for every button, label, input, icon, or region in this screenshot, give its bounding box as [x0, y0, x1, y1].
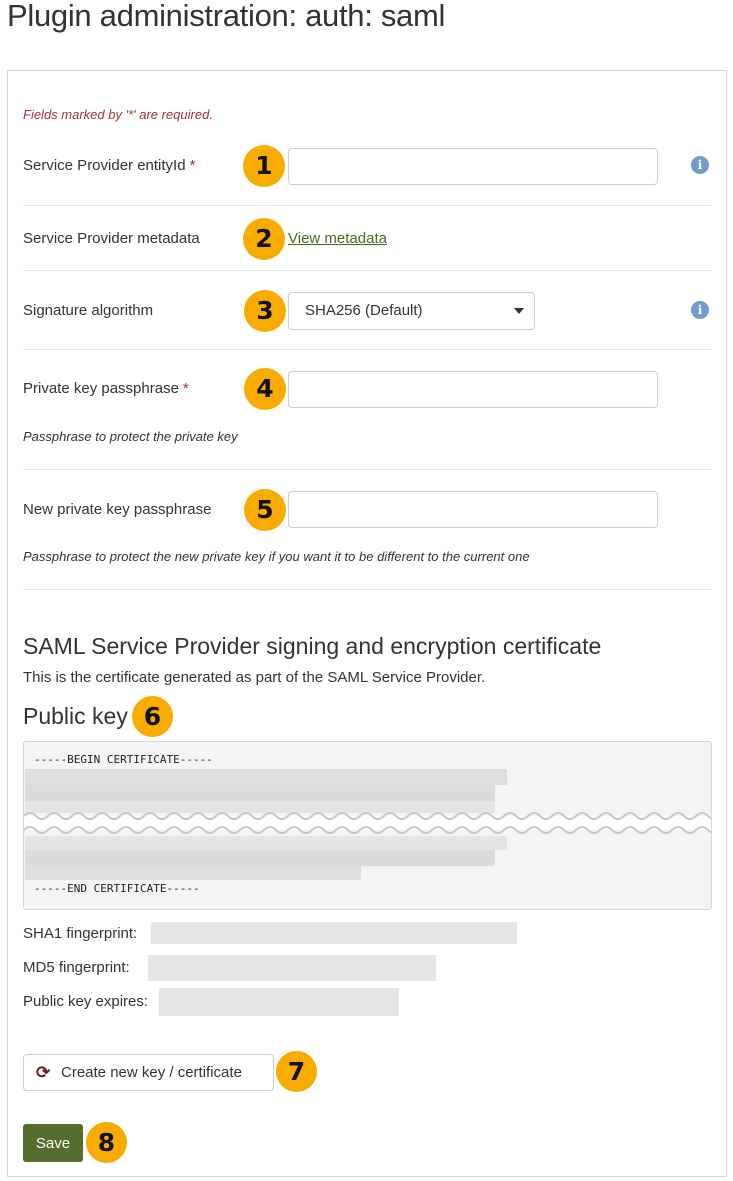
create-new-key-certificate-button[interactable]: ⟳ Create new key / certificate: [23, 1054, 274, 1091]
certificate-begin-line: -----BEGIN CERTIFICATE-----: [34, 753, 213, 766]
certificate-section-description: This is the certificate generated as par…: [23, 669, 486, 686]
field-new-private-key-passphrase: New private key passphrase 5 Passphrase …: [23, 489, 711, 570]
new-private-key-passphrase-input[interactable]: [288, 491, 658, 528]
callout-badge-2: 2: [243, 218, 285, 260]
signature-algorithm-label: Signature algorithm: [23, 302, 154, 319]
create-new-key-certificate-label: Create new key / certificate: [61, 1064, 242, 1081]
redacted-certificate-text: [25, 850, 495, 866]
redacted-certificate-text: [25, 836, 507, 850]
redacted-sha1-fingerprint: [151, 922, 517, 944]
settings-form-panel: Fields marked by '*' are required. Servi…: [7, 70, 727, 1177]
divider: [23, 349, 711, 350]
callout-badge-1: 1: [243, 145, 285, 187]
metadata-label: Service Provider metadata: [23, 230, 200, 247]
signature-algorithm-select[interactable]: SHA256 (Default): [288, 292, 535, 330]
entityid-label: Service Provider entityId *: [23, 157, 196, 174]
public-key-certificate-box: -----BEGIN CERTIFICATE----- -----END CER…: [23, 741, 712, 910]
callout-badge-7: 7: [276, 1051, 317, 1092]
public-key-title: Public key: [23, 703, 128, 729]
private-key-passphrase-label: Private key passphrase *: [23, 380, 189, 397]
field-entityid: Service Provider entityId * 1 i: [23, 145, 711, 187]
redacted-md5-fingerprint: [148, 955, 436, 981]
field-signature-algorithm: Signature algorithm 3 SHA256 (Default) i: [23, 290, 711, 332]
required-marker: *: [182, 380, 189, 397]
redacted-public-key-expiry: [159, 988, 399, 1016]
required-marker: *: [189, 157, 196, 174]
field-metadata: Service Provider metadata 2 View metadat…: [23, 218, 711, 260]
divider: [23, 205, 711, 206]
selected-option: SHA256 (Default): [305, 302, 423, 319]
private-key-passphrase-input[interactable]: [288, 371, 658, 408]
redacted-certificate-text: [25, 785, 495, 801]
required-fields-note: Fields marked by '*' are required.: [23, 107, 213, 122]
callout-badge-5: 5: [244, 489, 286, 531]
divider: [23, 270, 711, 271]
refresh-icon: ⟳: [36, 1063, 51, 1082]
divider: [23, 589, 711, 590]
certificate-end-line: -----END CERTIFICATE-----: [34, 882, 200, 895]
divider: [23, 469, 711, 470]
field-private-key-passphrase: Private key passphrase * 4 Passphrase to …: [23, 368, 711, 449]
sha1-fingerprint-label: SHA1 fingerprint:: [23, 925, 138, 942]
private-key-passphrase-help: Passphrase to protect the private key: [23, 429, 238, 444]
redacted-certificate-text: [25, 866, 361, 880]
callout-badge-8: 8: [86, 1122, 127, 1163]
info-icon[interactable]: i: [691, 301, 709, 319]
view-metadata-link[interactable]: View metadata: [288, 230, 387, 247]
save-button[interactable]: Save: [23, 1124, 83, 1162]
callout-badge-3: 3: [244, 290, 286, 332]
entityid-input[interactable]: [288, 148, 658, 185]
public-key-expires-label: Public key expires:: [23, 993, 149, 1010]
chevron-down-icon: [514, 308, 524, 314]
new-private-key-passphrase-help: Passphrase to protect the new private ke…: [23, 549, 530, 564]
redacted-certificate-text: [25, 769, 507, 785]
certificate-section-title: SAML Service Provider signing and encryp…: [23, 633, 602, 659]
info-icon[interactable]: i: [691, 156, 709, 174]
page-title: Plugin administration: auth: saml: [7, 0, 446, 33]
callout-badge-4: 4: [244, 368, 286, 410]
callout-badge-6: 6: [132, 696, 173, 737]
new-private-key-passphrase-label: New private key passphrase: [23, 501, 212, 518]
truncation-wave: [24, 812, 711, 834]
md5-fingerprint-label: MD5 fingerprint:: [23, 959, 130, 976]
